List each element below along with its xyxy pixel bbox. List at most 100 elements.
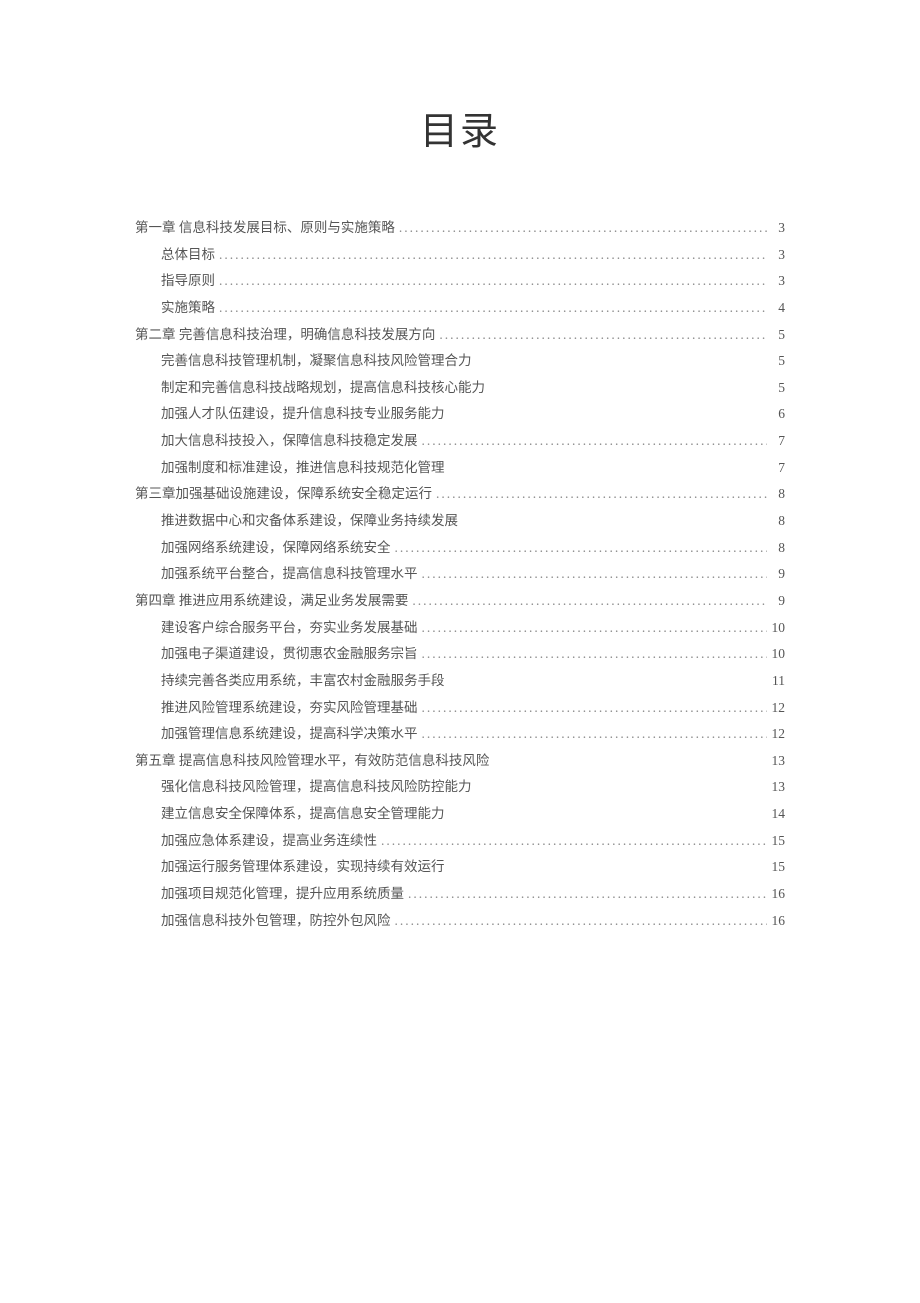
toc-leader-dots [377,828,767,854]
toc-chapter-text: 第五章 提高信息科技风险管理水平，有效防范信息科技风险 [135,748,489,774]
toc-page-number: 7 [767,428,785,454]
toc-page-number: 14 [767,801,785,827]
toc-entry: 推进风险管理系统建设，夯实风险管理基础 12 [135,695,785,721]
toc-chapter-text: 第一章 信息科技发展目标、原则与实施策略 [135,215,395,241]
toc-section-text: 加强电子渠道建设，贯彻惠农金融服务宗旨 [161,641,418,667]
toc-entry: 加强应急体系建设，提高业务连续性 15 [135,828,785,854]
toc-entry: 完善信息科技管理机制，凝聚信息科技风险管理合力 5 [135,348,785,374]
toc-entry: 指导原则 3 [135,268,785,294]
toc-page-number: 13 [767,774,785,800]
toc-section-text: 加强制度和标准建设，推进信息科技规范化管理 [161,455,445,481]
toc-leader-dots [418,695,768,721]
toc-section-text: 完善信息科技管理机制，凝聚信息科技风险管理合力 [161,348,472,374]
toc-leader-dots [435,322,767,348]
toc-entry: 推进数据中心和灾备体系建设，保障业务持续发展 8 [135,508,785,534]
toc-page-number: 10 [767,615,785,641]
toc-page-number: 6 [767,401,785,427]
toc-leader-dots [391,908,768,934]
toc-section-text: 加强运行服务管理体系建设，实现持续有效运行 [161,854,445,880]
toc-section-text: 总体目标 [161,242,215,268]
toc-entry: 持续完善各类应用系统，丰富农村金融服务手段 11 [135,668,785,694]
toc-entry: 加强网络系统建设，保障网络系统安全 8 [135,535,785,561]
toc-leader-dots [215,242,767,268]
toc-page-number: 15 [767,828,785,854]
toc-leader-dots [395,215,767,241]
document-page: 目录 第一章 信息科技发展目标、原则与实施策略3总体目标3指导原则3实施策略4第… [0,0,920,993]
toc-leader-dots [418,615,768,641]
toc-entry: 第五章 提高信息科技风险管理水平，有效防范信息科技风险 13 [135,748,785,774]
toc-leader-dots [418,721,768,747]
toc-entry: 第二章 完善信息科技治理，明确信息科技发展方向 5 [135,322,785,348]
toc-leader-dots [404,881,767,907]
toc-section-text: 加强项目规范化管理，提升应用系统质量 [161,881,404,907]
toc-leader-dots [418,561,768,587]
toc-page-number: 9 [767,588,785,614]
toc-page-number: 5 [767,322,785,348]
toc-entry: 第一章 信息科技发展目标、原则与实施策略 3 [135,215,785,241]
toc-leader-dots [215,295,767,321]
toc-page-number: 16 [767,881,785,907]
toc-title: 目录 [135,100,785,155]
toc-entry: 实施策略 4 [135,295,785,321]
toc-page-number: 11 [767,668,785,694]
toc-entry: 加强人才队伍建设，提升信息科技专业服务能力 6 [135,401,785,427]
toc-container: 第一章 信息科技发展目标、原则与实施策略3总体目标3指导原则3实施策略4第二章 … [135,215,785,933]
toc-entry: 建立信息安全保障体系，提高信息安全管理能力 14 [135,801,785,827]
toc-page-number: 10 [767,641,785,667]
toc-section-text: 指导原则 [161,268,215,294]
toc-page-number: 8 [767,535,785,561]
toc-page-number: 5 [767,348,785,374]
toc-chapter-text: 第三章加强基础设施建设，保障系统安全稳定运行 [135,481,432,507]
toc-entry: 加强制度和标准建设，推进信息科技规范化管理 7 [135,455,785,481]
toc-page-number: 8 [767,508,785,534]
toc-entry: 总体目标 3 [135,242,785,268]
toc-entry: 加强系统平台整合，提高信息科技管理水平 9 [135,561,785,587]
toc-section-text: 制定和完善信息科技战略规划，提高信息科技核心能力 [161,375,485,401]
toc-entry: 制定和完善信息科技战略规划，提高信息科技核心能力 5 [135,375,785,401]
toc-page-number: 12 [767,695,785,721]
toc-entry: 第四章 推进应用系统建设，满足业务发展需要 9 [135,588,785,614]
toc-page-number: 15 [767,854,785,880]
toc-page-number: 8 [767,481,785,507]
toc-section-text: 推进数据中心和灾备体系建设，保障业务持续发展 [161,508,458,534]
toc-page-number: 4 [767,295,785,321]
toc-entry: 第三章加强基础设施建设，保障系统安全稳定运行 8 [135,481,785,507]
toc-page-number: 16 [767,908,785,934]
toc-page-number: 12 [767,721,785,747]
toc-entry: 强化信息科技风险管理，提高信息科技风险防控能力 13 [135,774,785,800]
toc-chapter-text: 第二章 完善信息科技治理，明确信息科技发展方向 [135,322,435,348]
toc-page-number: 3 [767,242,785,268]
toc-entry: 加强电子渠道建设，贯彻惠农金融服务宗旨 10 [135,641,785,667]
toc-page-number: 3 [767,268,785,294]
toc-page-number: 3 [767,215,785,241]
toc-page-number: 9 [767,561,785,587]
toc-section-text: 实施策略 [161,295,215,321]
toc-section-text: 加强管理信息系统建设，提高科学决策水平 [161,721,418,747]
toc-section-text: 建立信息安全保障体系，提高信息安全管理能力 [161,801,445,827]
toc-leader-dots [215,268,767,294]
toc-section-text: 建设客户综合服务平台，夯实业务发展基础 [161,615,418,641]
toc-section-text: 加强应急体系建设，提高业务连续性 [161,828,377,854]
toc-section-text: 强化信息科技风险管理，提高信息科技风险防控能力 [161,774,472,800]
toc-entry: 加强项目规范化管理，提升应用系统质量 16 [135,881,785,907]
toc-leader-dots [408,588,767,614]
toc-section-text: 加强系统平台整合，提高信息科技管理水平 [161,561,418,587]
toc-page-number: 7 [767,455,785,481]
toc-section-text: 加强网络系统建设，保障网络系统安全 [161,535,391,561]
toc-entry: 加大信息科技投入，保障信息科技稳定发展 7 [135,428,785,454]
toc-entry: 建设客户综合服务平台，夯实业务发展基础 10 [135,615,785,641]
toc-leader-dots [432,481,767,507]
toc-page-number: 5 [767,375,785,401]
toc-leader-dots [418,428,768,454]
toc-entry: 加强信息科技外包管理，防控外包风险 16 [135,908,785,934]
toc-chapter-text: 第四章 推进应用系统建设，满足业务发展需要 [135,588,408,614]
toc-section-text: 持续完善各类应用系统，丰富农村金融服务手段 [161,668,445,694]
toc-entry: 加强运行服务管理体系建设，实现持续有效运行 15 [135,854,785,880]
toc-section-text: 加大信息科技投入，保障信息科技稳定发展 [161,428,418,454]
toc-section-text: 加强信息科技外包管理，防控外包风险 [161,908,391,934]
toc-page-number: 13 [767,748,785,774]
toc-leader-dots [418,641,768,667]
toc-section-text: 加强人才队伍建设，提升信息科技专业服务能力 [161,401,445,427]
toc-section-text: 推进风险管理系统建设，夯实风险管理基础 [161,695,418,721]
toc-entry: 加强管理信息系统建设，提高科学决策水平 12 [135,721,785,747]
